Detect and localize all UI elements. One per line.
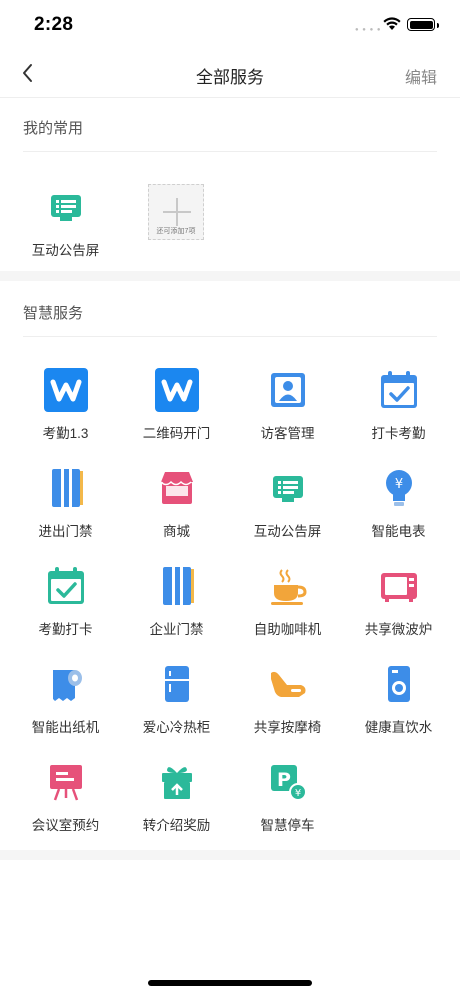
meeting-board-icon — [44, 760, 88, 804]
cellular-signal-icon: ● ● ● ● — [355, 27, 382, 33]
w-app-icon — [154, 368, 199, 412]
service-tile[interactable]: 商城 — [119, 466, 234, 546]
service-tile[interactable]: 打卡考勤 — [341, 368, 456, 448]
add-slot-text: 还可添加7项 — [156, 228, 196, 235]
service-label: 健康直饮水 — [364, 720, 433, 735]
parking-icon: P ¥ — [266, 760, 310, 804]
add-favorite-slot[interactable]: 还可添加7项 — [148, 184, 204, 240]
calendar-check-icon — [44, 564, 88, 608]
service-tile[interactable]: 访客管理 — [230, 368, 345, 448]
service-tile[interactable]: P ¥ 智慧停车 — [230, 760, 345, 840]
service-label: 互动公告屏 — [31, 243, 100, 258]
status-time: 2:28 — [34, 14, 74, 35]
battery-icon — [407, 18, 439, 31]
service-label: 进出门禁 — [38, 524, 93, 539]
service-tile[interactable]: 考勤1.3 — [8, 368, 123, 448]
page-title: 全部服务 — [196, 68, 264, 87]
service-tile[interactable]: 共享按摩椅 — [230, 662, 345, 742]
wifi-icon — [383, 17, 401, 30]
calendar-check-icon — [377, 368, 421, 412]
service-label: 考勤打卡 — [38, 622, 93, 637]
service-tile[interactable]: 企业门禁 — [119, 564, 234, 644]
service-tile[interactable]: 互动公告屏 — [8, 185, 123, 265]
service-label: 智能电表 — [371, 524, 426, 539]
favorites-divider — [23, 151, 437, 152]
service-tile[interactable]: ¥ 智能电表 — [341, 466, 456, 546]
svg-text:¥: ¥ — [394, 477, 402, 492]
w-app-icon — [43, 368, 88, 412]
service-label: 打卡考勤 — [371, 426, 426, 441]
service-label: 自助咖啡机 — [253, 622, 322, 637]
notice-screen-icon — [44, 185, 88, 229]
visitor-icon — [266, 368, 310, 412]
home-indicator — [148, 980, 312, 986]
service-label: 智慧停车 — [260, 818, 315, 833]
water-dispenser-icon — [377, 662, 421, 706]
service-label: 会议室预约 — [31, 818, 100, 833]
service-label: 爱心冷热柜 — [142, 720, 211, 735]
section-separator — [0, 271, 460, 281]
service-label: 商城 — [163, 524, 190, 539]
service-label: 考勤1.3 — [42, 426, 89, 441]
service-tile[interactable]: 进出门禁 — [8, 466, 123, 546]
service-tile[interactable]: 转介绍奖励 — [119, 760, 234, 840]
smart-services-divider — [23, 336, 437, 337]
service-label: 共享微波炉 — [364, 622, 433, 637]
smart-services-title: 智慧服务 — [23, 305, 84, 322]
service-tile[interactable]: 二维码开门 — [119, 368, 234, 448]
bulb-icon: ¥ — [377, 466, 421, 510]
door-icon — [44, 466, 88, 510]
svg-text:P: P — [277, 769, 291, 791]
edit-button[interactable]: 编辑 — [405, 64, 437, 88]
service-tile[interactable]: 爱心冷热柜 — [119, 662, 234, 742]
status-bar: 2:28 ● ● ● ● — [0, 0, 460, 48]
door-icon — [155, 564, 199, 608]
service-label: 二维码开门 — [142, 426, 211, 441]
svg-text:¥: ¥ — [294, 788, 300, 799]
service-tile[interactable]: 自助咖啡机 — [230, 564, 345, 644]
service-label: 互动公告屏 — [253, 524, 322, 539]
service-label: 转介绍奖励 — [142, 818, 211, 833]
service-tile[interactable]: 健康直饮水 — [341, 662, 456, 742]
coffee-icon — [266, 564, 310, 608]
notice-screen-icon — [266, 466, 310, 510]
fridge-icon — [155, 662, 199, 706]
service-label: 共享按摩椅 — [253, 720, 322, 735]
paper-roll-icon — [44, 662, 88, 706]
service-label: 智能出纸机 — [31, 720, 100, 735]
nav-bar: 全部服务 编辑 — [0, 48, 460, 98]
massage-chair-icon — [266, 662, 310, 706]
service-tile[interactable]: 考勤打卡 — [8, 564, 123, 644]
bottom-separator — [0, 850, 460, 860]
service-tile[interactable]: 共享微波炉 — [341, 564, 456, 644]
shop-icon — [155, 466, 199, 510]
service-tile[interactable]: 互动公告屏 — [230, 466, 345, 546]
gift-icon — [155, 760, 199, 804]
favorites-title: 我的常用 — [23, 120, 84, 137]
service-label: 访客管理 — [260, 426, 315, 441]
service-tile[interactable]: 会议室预约 — [8, 760, 123, 840]
microwave-icon — [377, 564, 421, 608]
service-label: 企业门禁 — [149, 622, 204, 637]
service-tile[interactable]: 智能出纸机 — [8, 662, 123, 742]
